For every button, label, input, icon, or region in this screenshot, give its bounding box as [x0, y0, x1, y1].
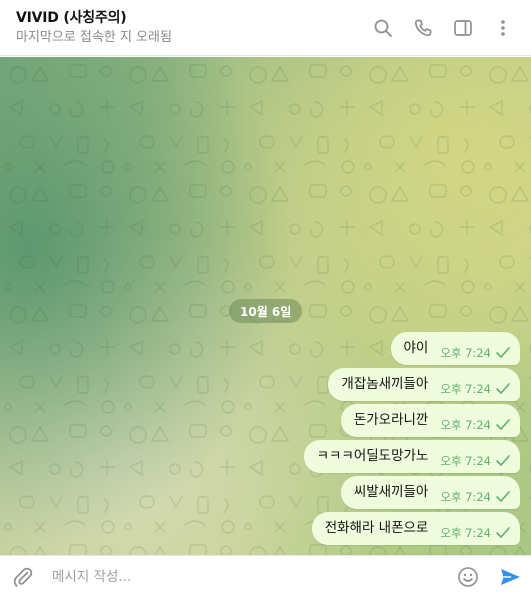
- message-bubble-4[interactable]: ㅋㅋㅋ어딜도망가노 오후 7:24: [303, 440, 520, 473]
- message-text: ㅋㅋㅋ어딜도망가노: [316, 447, 429, 464]
- emoji-button[interactable]: [447, 556, 489, 598]
- message-time: 오후 7:24: [440, 345, 491, 360]
- phone-icon: [414, 19, 432, 36]
- search-button[interactable]: [363, 8, 403, 48]
- chat-header: VIVID (사칭주의) 마지막으로 접속한 지 오래됨: [0, 0, 531, 56]
- message-composer: [0, 555, 531, 598]
- message-meta: 오후 7:24: [440, 417, 510, 433]
- call-button[interactable]: [403, 8, 443, 48]
- smiley-icon: [458, 567, 478, 587]
- message-bubble-1[interactable]: 야이 오후 7:24: [390, 332, 520, 365]
- message-text: 개잡놈새끼들아: [341, 375, 429, 392]
- attach-button[interactable]: [0, 556, 46, 598]
- read-check-icon: [496, 383, 510, 394]
- chat-title: VIVID (사칭주의): [16, 9, 127, 26]
- message-bubble-3[interactable]: 돈가오라니깐 오후 7:24: [340, 404, 520, 437]
- message-bubble-2[interactable]: 개잡놈새끼들아 오후 7:24: [328, 368, 520, 401]
- chat-title-block[interactable]: VIVID (사칭주의) 마지막으로 접속한 지 오래됨: [16, 9, 363, 47]
- message-meta: 오후 7:24: [440, 489, 510, 505]
- read-check-icon: [496, 527, 510, 538]
- message-input[interactable]: [52, 569, 447, 585]
- last-seen-status: 마지막으로 접속한 지 오래됨: [16, 29, 172, 45]
- message-bubble-6[interactable]: 전화해라 내폰으로 오후 7:24: [311, 512, 520, 545]
- message-time: 오후 7:24: [440, 453, 491, 468]
- header-actions: [363, 0, 531, 56]
- message-time: 오후 7:24: [440, 525, 491, 540]
- read-check-icon: [496, 491, 510, 502]
- message-text: 야이: [403, 339, 429, 356]
- message-text: 전화해라 내폰으로: [324, 519, 429, 536]
- more-vertical-icon: [501, 19, 505, 36]
- sidebar-toggle-button[interactable]: [443, 8, 483, 48]
- message-list[interactable]: 10월 6일 야이 오후 7:24 개잡놈새끼들아 오후 7:24 돈가오라니깐…: [0, 57, 531, 555]
- message-time: 오후 7:24: [440, 381, 491, 396]
- message-time: 오후 7:24: [440, 489, 491, 504]
- message-meta: 오후 7:24: [440, 381, 510, 397]
- send-button[interactable]: [489, 556, 531, 598]
- message-field-wrap: [46, 556, 447, 598]
- send-icon: [501, 569, 520, 585]
- message-meta: 오후 7:24: [440, 453, 510, 469]
- more-options-button[interactable]: [483, 8, 523, 48]
- message-meta: 오후 7:24: [440, 345, 510, 361]
- message-time: 오후 7:24: [440, 417, 491, 432]
- read-check-icon: [496, 455, 510, 466]
- search-icon: [374, 19, 392, 37]
- read-check-icon: [496, 347, 510, 358]
- sidebar-toggle-icon: [454, 19, 472, 36]
- message-text: 돈가오라니깐: [353, 411, 429, 428]
- date-separator: 10월 6일: [229, 299, 303, 323]
- message-bubble-5[interactable]: 씨발새끼들아 오후 7:24: [340, 476, 520, 509]
- message-meta: 오후 7:24: [440, 525, 510, 541]
- read-check-icon: [496, 419, 510, 430]
- message-text: 씨발새끼들아: [353, 483, 429, 500]
- paperclip-icon: [13, 567, 33, 587]
